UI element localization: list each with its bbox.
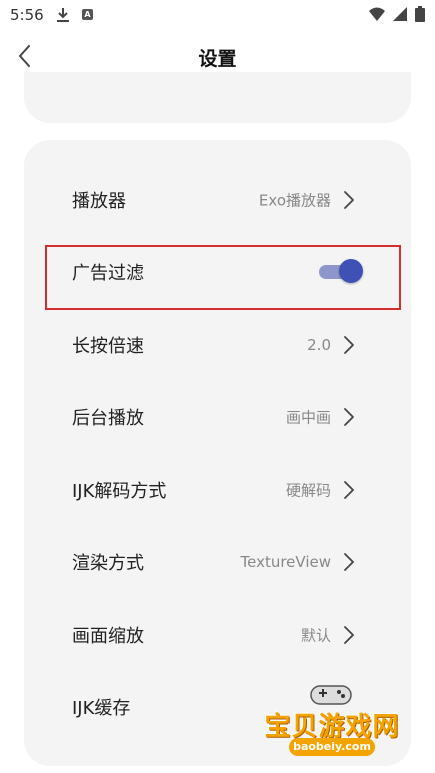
ad-filter-toggle[interactable] bbox=[319, 259, 363, 285]
watermark-url: baobeiy.com bbox=[289, 738, 375, 756]
status-bar: 5:56 A bbox=[0, 0, 435, 30]
setting-row-render-mode[interactable]: 渲染方式 TextureView bbox=[24, 532, 411, 592]
setting-value: 硬解码 bbox=[285, 481, 331, 500]
chevron-right-icon bbox=[344, 408, 354, 426]
status-time: 5:56 bbox=[10, 6, 44, 24]
setting-row-scale[interactable]: 画面缩放 默认 bbox=[24, 605, 411, 665]
setting-label: 后台播放 bbox=[72, 408, 144, 429]
setting-value: 画中画 bbox=[285, 408, 331, 427]
setting-row-player[interactable]: 播放器 Exo播放器 bbox=[24, 170, 411, 230]
setting-label: 渲染方式 bbox=[72, 553, 144, 574]
page-title: 设置 bbox=[198, 48, 237, 70]
setting-value: 默认 bbox=[300, 626, 331, 645]
setting-row-background-play[interactable]: 后台播放 画中画 bbox=[24, 387, 411, 447]
setting-row-ijk-decode[interactable]: IJK解码方式 硬解码 bbox=[24, 460, 411, 520]
setting-row-long-press-speed[interactable]: 长按倍速 2.0 bbox=[24, 315, 411, 375]
setting-value: 2.0 bbox=[307, 336, 331, 354]
setting-row-ad-filter[interactable]: 广告过滤 bbox=[24, 242, 411, 302]
setting-label: 广告过滤 bbox=[72, 263, 144, 284]
gamepad-icon bbox=[310, 685, 352, 705]
setting-label: IJK缓存 bbox=[72, 698, 131, 719]
chevron-right-icon bbox=[344, 336, 354, 354]
setting-label: 画面缩放 bbox=[72, 626, 144, 647]
a-notification-icon: A bbox=[82, 9, 93, 20]
signal-icon bbox=[393, 7, 407, 21]
settings-card-top bbox=[24, 72, 411, 123]
watermark-logo: 宝贝游戏网 baobeiy.com bbox=[257, 682, 407, 758]
status-icons bbox=[369, 6, 425, 22]
settings-card bbox=[24, 140, 411, 766]
download-icon bbox=[57, 8, 69, 22]
toggle-thumb bbox=[339, 259, 363, 283]
wifi-icon bbox=[369, 7, 385, 21]
chevron-right-icon bbox=[344, 553, 354, 571]
setting-label: 播放器 bbox=[72, 191, 126, 212]
chevron-right-icon bbox=[344, 481, 354, 499]
setting-label: 长按倍速 bbox=[72, 336, 144, 357]
chevron-right-icon bbox=[344, 191, 354, 209]
battery-icon bbox=[415, 6, 425, 22]
chevron-right-icon bbox=[344, 626, 354, 644]
setting-value: Exo播放器 bbox=[258, 191, 331, 210]
setting-label: IJK解码方式 bbox=[72, 481, 167, 502]
setting-value: TextureView bbox=[240, 553, 331, 571]
